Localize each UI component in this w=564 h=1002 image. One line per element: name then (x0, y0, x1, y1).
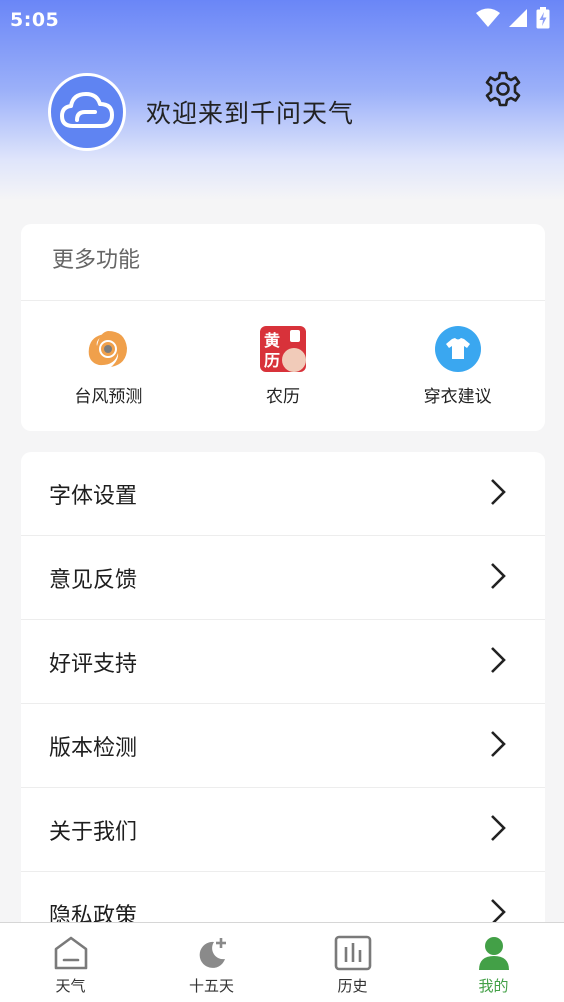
feature-typhoon[interactable]: 台风预测 (21, 301, 196, 430)
avatar[interactable] (48, 73, 126, 151)
menu-item-label: 字体设置 (49, 483, 138, 509)
welcome-text: 欢迎来到千问天气 (146, 99, 355, 128)
feature-clothing[interactable]: 穿衣建议 (370, 301, 545, 430)
nav-item-mine[interactable]: 我的 (423, 923, 564, 1002)
signal-icon (508, 8, 528, 32)
more-features-title: 更多功能 (21, 224, 545, 301)
moon-plus-icon (192, 933, 232, 973)
settings-menu-card: 字体设置 意见反馈 好评支持 版本检测 关于我们 隐私政策 (21, 452, 545, 932)
almanac-icon-text-1: 黄 (264, 331, 280, 350)
more-features-card: 更多功能 台风预测 黄 历 农历 穿衣建议 (21, 224, 545, 431)
user-icon (474, 933, 514, 973)
almanac-icon-text-2: 历 (264, 351, 280, 370)
nav-item-history[interactable]: 历史 (282, 923, 423, 1002)
menu-item-font-settings[interactable]: 字体设置 (21, 452, 545, 536)
status-time: 5:05 (10, 9, 60, 31)
tshirt-icon (434, 325, 482, 373)
wifi-icon (476, 8, 500, 32)
cloud-icon (59, 88, 115, 136)
status-bar: 5:05 (0, 0, 564, 40)
chevron-right-icon (489, 813, 507, 847)
bottom-nav: 天气 十五天 历史 我的 (0, 922, 564, 1002)
menu-item-rate-us[interactable]: 好评支持 (21, 620, 545, 704)
nav-item-weather[interactable]: 天气 (0, 923, 141, 1002)
nav-label: 十五天 (188, 977, 234, 995)
menu-item-label: 好评支持 (49, 651, 138, 677)
nav-label: 我的 (478, 977, 509, 995)
chevron-right-icon (489, 477, 507, 511)
menu-item-feedback[interactable]: 意见反馈 (21, 536, 545, 620)
feature-label: 穿衣建议 (423, 387, 492, 407)
home-icon (51, 933, 91, 973)
feature-label: 农历 (266, 387, 300, 407)
almanac-icon: 黄 历 (259, 325, 307, 373)
menu-item-label: 版本检测 (49, 735, 138, 761)
feature-row: 台风预测 黄 历 农历 穿衣建议 (21, 301, 545, 430)
nav-item-fifteen-days[interactable]: 十五天 (141, 923, 282, 1002)
gear-icon (484, 70, 522, 112)
menu-item-about-us[interactable]: 关于我们 (21, 788, 545, 872)
chevron-right-icon (489, 561, 507, 595)
menu-item-version-check[interactable]: 版本检测 (21, 704, 545, 788)
feature-almanac[interactable]: 黄 历 农历 (196, 301, 371, 430)
menu-item-label: 关于我们 (49, 819, 138, 845)
battery-charging-icon (536, 7, 550, 33)
chevron-right-icon (489, 645, 507, 679)
status-icons (476, 7, 550, 33)
nav-label: 历史 (337, 977, 368, 995)
typhoon-icon (84, 325, 132, 373)
settings-button[interactable] (482, 70, 524, 112)
chevron-right-icon (489, 729, 507, 763)
feature-label: 台风预测 (74, 387, 143, 407)
profile-header: 欢迎来到千问天气 (48, 72, 354, 152)
menu-item-label: 意见反馈 (49, 567, 138, 593)
nav-label: 天气 (55, 977, 86, 995)
bar-chart-icon (333, 933, 373, 973)
